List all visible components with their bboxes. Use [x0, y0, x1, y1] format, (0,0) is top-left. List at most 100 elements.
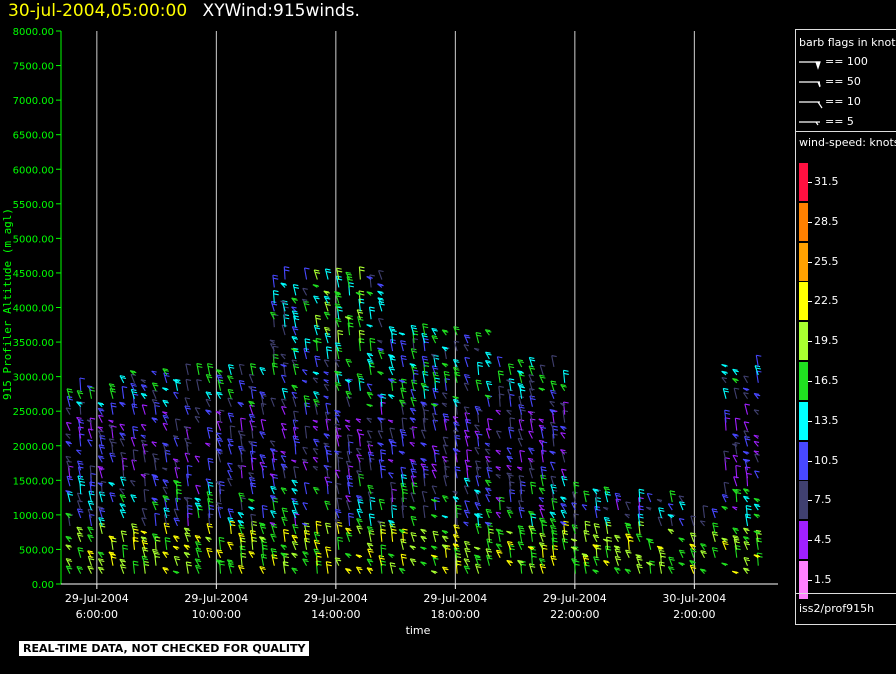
colorbar-tick: [808, 580, 812, 581]
x-tick-date: 29-Jul-2004: [423, 592, 487, 605]
wind-barb: [594, 505, 601, 519]
wind-barb: [560, 432, 566, 439]
wind-barb: [528, 365, 536, 376]
wind-barb: [119, 375, 127, 384]
wind-barb: [592, 534, 600, 543]
wind-barb: [76, 508, 84, 519]
wind-barb: [742, 387, 750, 392]
wind-barb: [97, 407, 105, 415]
wind-barb: [409, 458, 415, 463]
wind-barb: [366, 391, 374, 400]
x-tick-time: 6:00:00: [76, 608, 118, 621]
wind-barb: [475, 379, 482, 391]
wind-barb: [215, 481, 222, 487]
wind-barb: [314, 355, 321, 368]
wind-barb: [173, 391, 179, 400]
wind-barb: [207, 457, 214, 471]
y-tick-label: 1000.00: [13, 511, 54, 522]
wind-barb: [423, 385, 430, 399]
wind-barb: [518, 475, 525, 487]
wind-barb: [194, 407, 201, 415]
wind-barb: [507, 363, 515, 376]
wind-barb: [484, 479, 492, 487]
wind-barb: [218, 560, 225, 574]
wind-barb: [410, 397, 417, 407]
wind-barb: [463, 521, 469, 527]
wind-barb: [441, 495, 449, 503]
wind-barb: [151, 501, 159, 511]
wind-barb: [484, 448, 491, 455]
wind-barb: [312, 456, 319, 463]
wind-barb: [303, 482, 310, 495]
colorbar-swatch: [799, 441, 808, 480]
wind-barb: [756, 552, 763, 566]
wind-barb: [87, 565, 94, 574]
wind-barb: [355, 566, 363, 574]
wind-barb: [539, 532, 546, 543]
wind-barb: [323, 383, 330, 392]
wind-barb: [132, 560, 139, 574]
wind-barb: [732, 443, 738, 447]
wind-barb: [560, 503, 567, 511]
wind-barb: [583, 490, 590, 503]
wind-barb: [323, 359, 330, 368]
wind-barb: [355, 494, 363, 503]
wind-barb: [430, 545, 438, 551]
wind-barb: [485, 508, 492, 519]
x-tick-time: 22:00:00: [550, 608, 599, 621]
wind-barb: [678, 549, 686, 558]
wind-barb: [700, 550, 707, 558]
wind-barb: [668, 556, 675, 566]
wind-barb: [302, 502, 308, 511]
legend-divider-3: [796, 624, 896, 625]
colorbar-title: wind-speed: knots: [799, 136, 896, 149]
wind-barb: [291, 534, 298, 543]
barb-flag-5: == 5: [825, 115, 854, 128]
y-tick-label: 7500.00: [13, 62, 54, 73]
wind-barb: [216, 437, 223, 447]
wind-barb: [227, 477, 233, 487]
wind-barb: [453, 326, 460, 336]
wind-barb: [119, 509, 127, 519]
wind-barb: [291, 326, 299, 336]
wind-barb: [753, 513, 761, 519]
colorbar-tick: [808, 261, 812, 263]
qc-warning: REAL-TIME DATA, NOT CHECKED FOR QUALITY: [19, 641, 310, 656]
y-tick-label: 1500.00: [13, 476, 54, 487]
y-tick-label: 2500.00: [13, 407, 54, 418]
wind-barb: [336, 347, 343, 360]
wind-barb: [119, 488, 125, 495]
wind-barb: [604, 491, 611, 503]
wind-barb: [183, 544, 191, 551]
wind-barb: [315, 337, 322, 352]
wind-barb: [517, 359, 524, 368]
colorbar-label: 10.5: [814, 453, 839, 467]
wind-barb: [216, 391, 223, 400]
barb-flag-10: == 10: [825, 95, 861, 108]
y-tick-label: 6000.00: [13, 165, 54, 176]
wind-barb: [315, 520, 322, 534]
wind-barb: [291, 359, 298, 368]
wind-barb: [355, 291, 363, 296]
wind-barb: [388, 519, 395, 527]
wind-barb: [496, 356, 503, 368]
y-axis-label: 915 Profiler Altitude (m agl): [1, 208, 14, 400]
wind-barb: [110, 402, 117, 415]
wind-barb: [603, 560, 610, 567]
wind-barb: [495, 511, 502, 519]
wind-barb: [151, 370, 157, 376]
wind-barb: [173, 508, 180, 519]
wind-barb: [108, 419, 114, 424]
wind-barb: [218, 536, 225, 550]
colorbar-label: 7.5: [814, 493, 832, 507]
wind-barb: [389, 562, 396, 574]
wind-barb: [409, 545, 416, 551]
wind-barb: [280, 363, 287, 368]
wind-barb: [744, 466, 751, 479]
wind-barb: [325, 522, 332, 535]
wind-barb: [541, 441, 548, 455]
wind-barb: [484, 360, 492, 368]
wind-barb: [302, 461, 309, 471]
wind-barb: [584, 520, 591, 534]
wind-barb: [358, 329, 365, 344]
